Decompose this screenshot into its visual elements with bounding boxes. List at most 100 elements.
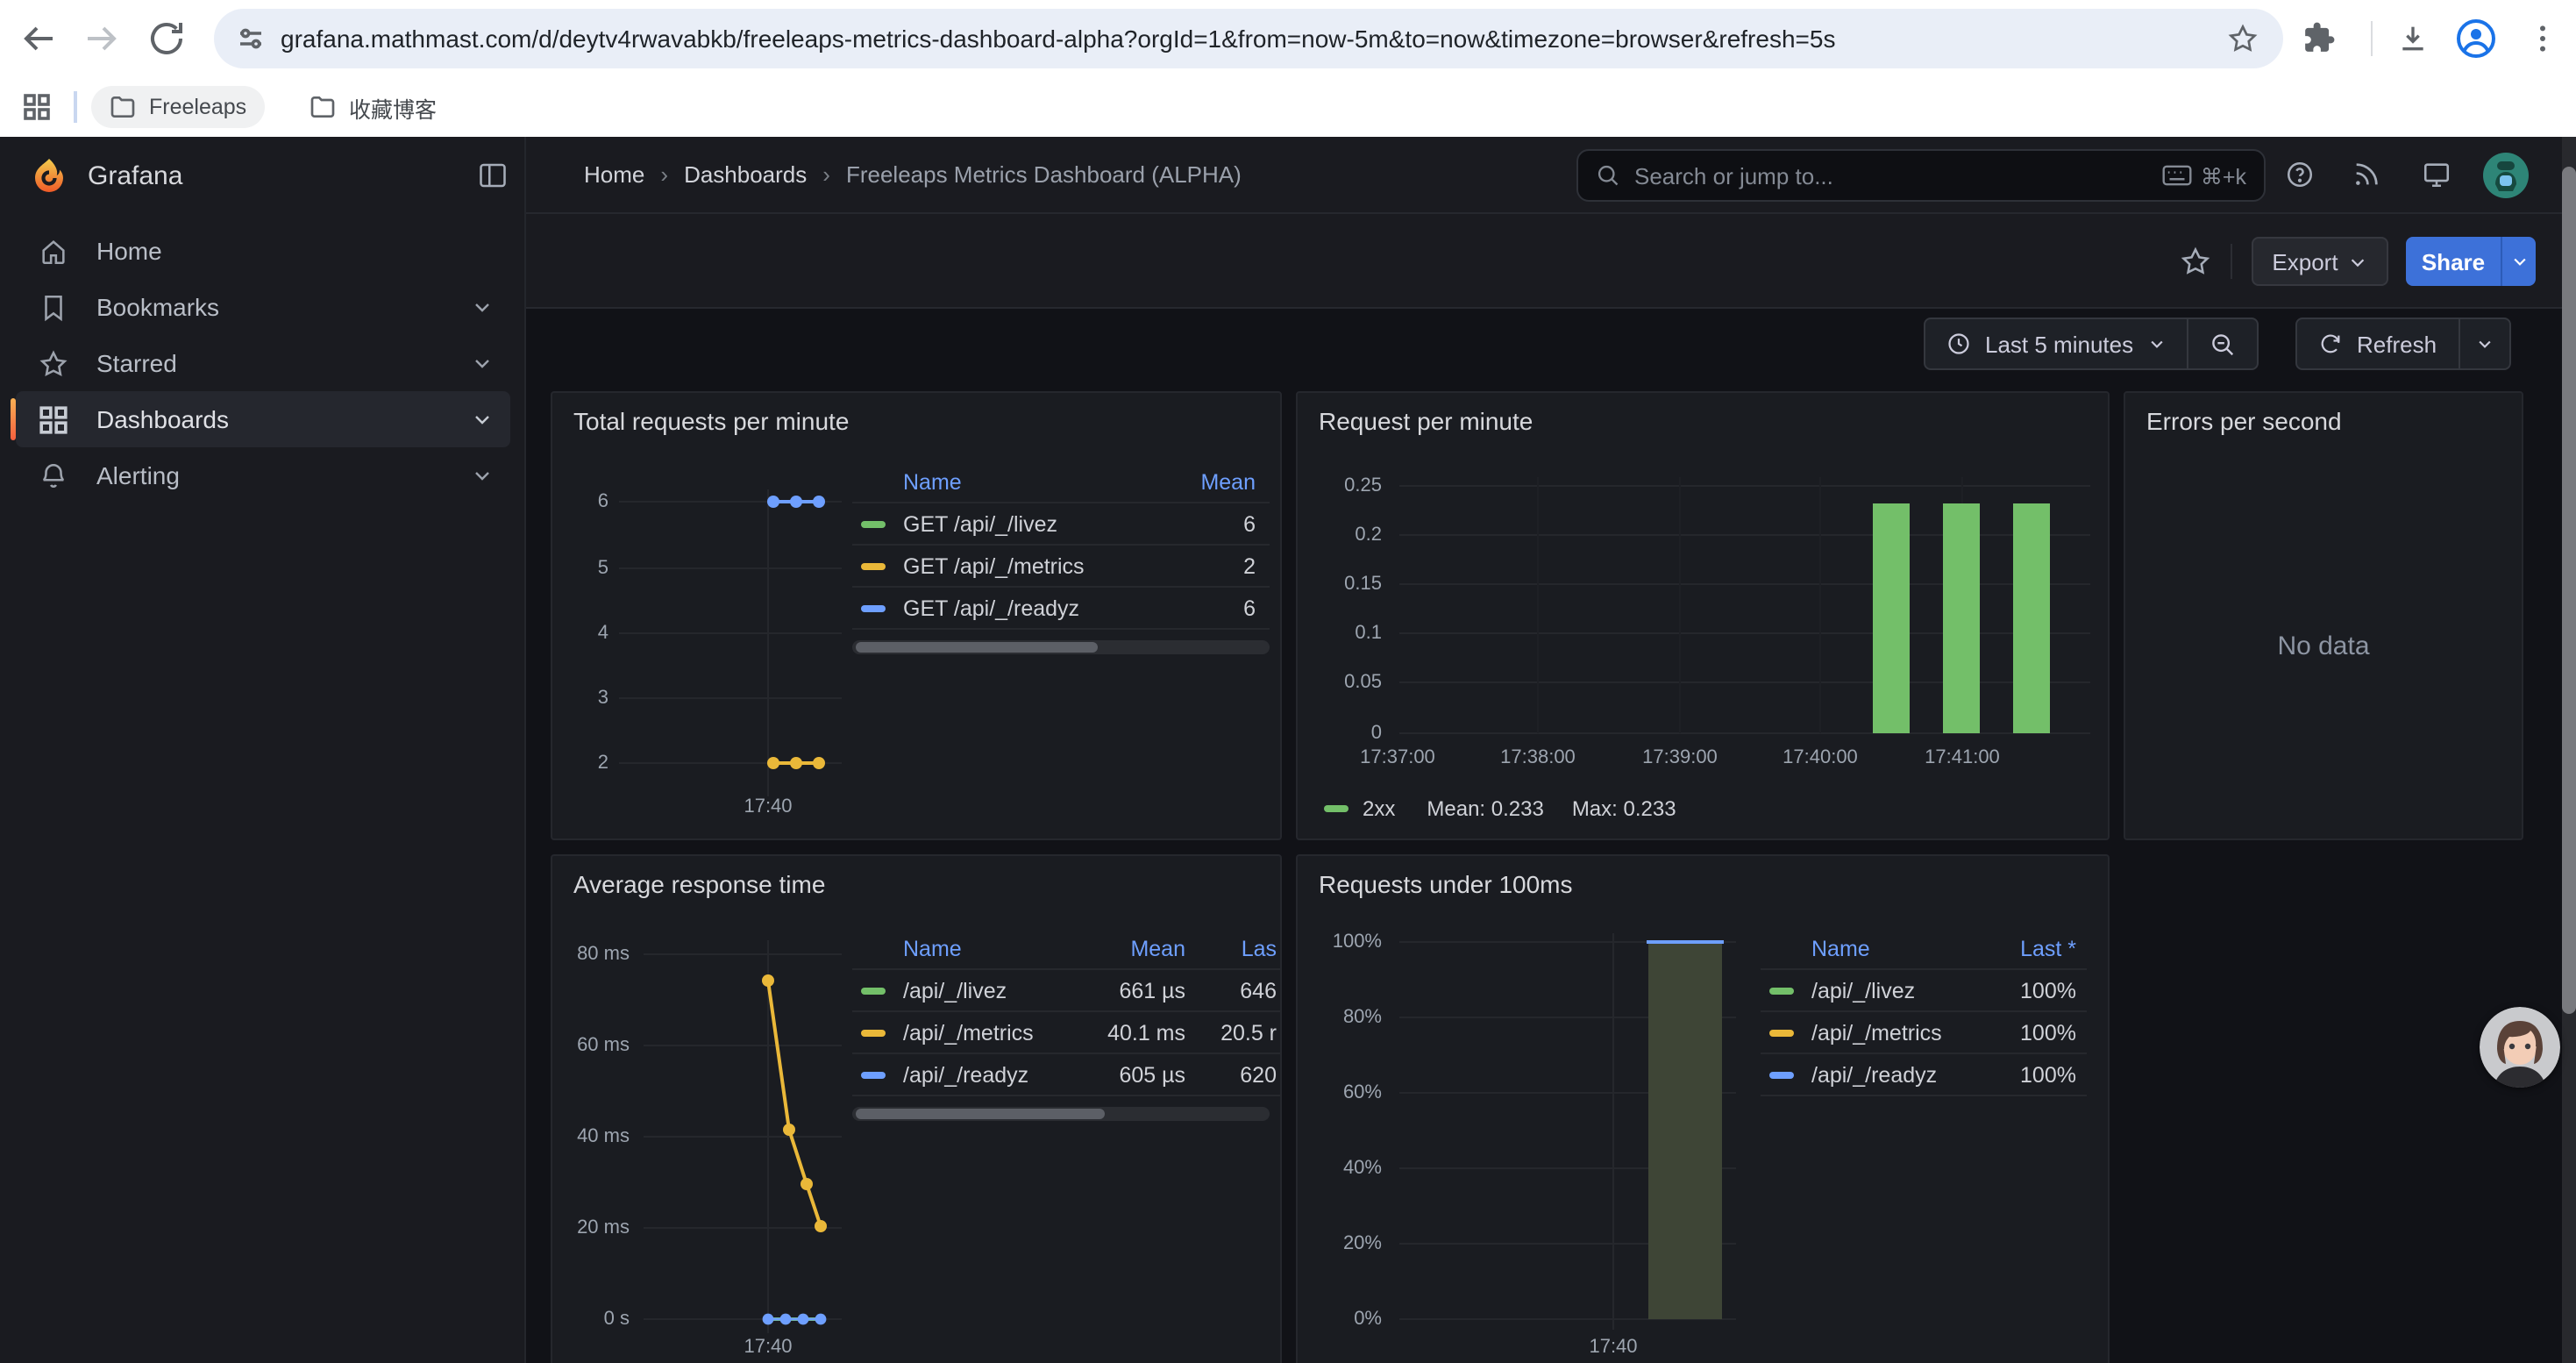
clock-icon [1946,332,1971,356]
sidebar-item-home[interactable]: Home [16,223,510,279]
bookmark-star-icon[interactable] [2227,23,2259,54]
grafana-logo-icon[interactable] [28,156,70,198]
bell-icon [39,460,68,490]
series-swatch [861,604,886,611]
refresh-label: Refresh [2357,331,2437,357]
floating-assistant-avatar[interactable] [2480,1007,2560,1088]
series-swatch [1769,987,1794,994]
profile-avatar-icon[interactable] [2455,18,2497,60]
legend-scrollbar[interactable] [852,1107,1270,1121]
search-input[interactable] [1634,162,2162,189]
legend-col-last[interactable]: Last * [1971,937,2076,961]
legend-scrollbar[interactable] [852,640,1270,654]
sidebar-item-alerting[interactable]: Alerting [16,447,510,503]
sidebar-item-starred[interactable]: Starred [16,335,510,391]
panel-average-response-time[interactable]: Average response time 80 ms 60 ms 40 ms … [551,854,1282,1363]
reload-icon[interactable] [146,18,188,60]
zoom-out-button[interactable] [2188,319,2256,368]
legend-row[interactable]: /api/_/metrics 40.1 ms 20.5 r [852,1012,1282,1054]
legend-col-mean[interactable]: Mean [1077,937,1185,961]
help-icon[interactable] [2285,160,2315,189]
breadcrumb-home[interactable]: Home [584,161,644,188]
legend-scrollbar-thumb[interactable] [856,642,1098,653]
brand-label[interactable]: Grafana [88,161,182,191]
url-text[interactable]: grafana.mathmast.com/d/deytv4rwavabkb/fr… [281,25,2283,53]
series-name: /api/_/livez [903,978,1077,1003]
user-avatar[interactable] [2483,153,2529,198]
apps-grid-icon[interactable] [23,93,51,121]
legend-col-name[interactable]: Name [903,470,1150,495]
legend-row[interactable]: /api/_/livez 100% [1761,970,2087,1012]
legend-row[interactable]: GET /api/_/metrics 2 [852,546,1270,588]
panel-request-per-minute[interactable]: Request per minute 0.25 0.2 0.15 0.1 0.0… [1296,391,2110,840]
chevron-down-icon[interactable] [472,296,493,318]
chevron-down-icon[interactable] [472,353,493,374]
panel-errors-per-second[interactable]: Errors per second No data [2124,391,2523,840]
panel-total-requests-per-minute[interactable]: Total requests per minute 6 5 4 3 2 17:4… [551,391,1282,840]
sidebar-item-bookmarks[interactable]: Bookmarks [16,279,510,335]
back-icon[interactable] [18,18,60,60]
download-icon[interactable] [2395,21,2430,56]
breadcrumb-dashboards[interactable]: Dashboards [684,161,807,188]
chevron-down-icon[interactable] [472,409,493,430]
sidebar-item-label: Dashboards [96,405,229,433]
chevron-down-icon[interactable] [472,465,493,486]
legend-row[interactable]: /api/_/metrics 100% [1761,1012,2087,1054]
refresh-interval-button[interactable] [2459,319,2508,368]
legend-header: Name Mean Las [852,930,1282,970]
grid [619,489,842,796]
legend-row[interactable]: 2xx Mean: 0.233 Max: 0.233 [1324,793,1676,824]
news-rss-icon[interactable] [2352,160,2381,189]
share-button[interactable]: Share [2406,237,2501,286]
share-split-button: Share [2406,237,2536,286]
bookmarks-divider [74,91,77,123]
bookmark-folder-label: 收藏博客 [349,90,437,124]
series-swatch [861,1029,886,1036]
legend-col-name[interactable]: Name [903,937,1077,961]
legend-row[interactable]: GET /api/_/livez 6 [852,503,1270,546]
series-swatch [861,1071,886,1078]
series-swatch [861,562,886,569]
sidebar-item-dashboards[interactable]: Dashboards [16,391,510,447]
forward-icon[interactable] [81,18,123,60]
breadcrumb-current: Freeleaps Metrics Dashboard (ALPHA) [846,161,1242,188]
series-livez-readyz [763,1314,827,1325]
export-button[interactable]: Export [2252,237,2388,286]
legend-row[interactable]: /api/_/readyz 605 µs 620 [852,1054,1282,1096]
legend-scrollbar-thumb[interactable] [856,1109,1105,1119]
chevron-down-icon [2475,335,2493,353]
page-scrollbar-thumb[interactable] [2562,167,2576,1014]
kiosk-monitor-icon[interactable] [2422,160,2451,189]
bookmark-folder-blogs[interactable]: 收藏博客 [291,86,454,128]
extensions-icon[interactable] [2302,21,2336,54]
legend-col-name[interactable]: Name [1811,937,1971,961]
legend-row[interactable]: /api/_/livez 661 µs 646 [852,970,1282,1012]
bar-chart[interactable] [1298,393,2110,840]
panel-requests-under-100ms[interactable]: Requests under 100ms 100% 80% 60% 40% 20… [1296,854,2110,1363]
actions-divider [2231,244,2232,279]
panel-title[interactable]: Errors per second [2146,407,2342,435]
refresh-button[interactable]: Refresh [2297,319,2458,368]
legend-col-last[interactable]: Las [1185,937,1277,961]
series-2xx-bars [1873,503,2050,733]
zoom-out-icon [2209,331,2235,357]
series-last: 20.5 r [1185,1020,1277,1045]
bookmark-folder-label: Freeleaps [149,95,246,119]
share-menu-button[interactable] [2501,237,2536,286]
legend-row[interactable]: GET /api/_/readyz 6 [852,588,1270,630]
bookmark-icon [39,292,68,322]
address-bar[interactable]: grafana.mathmast.com/d/deytv4rwavabkb/fr… [214,9,2283,68]
bookmark-folder-freeleaps[interactable]: Freeleaps [91,86,264,128]
favorite-star-icon[interactable] [2180,246,2211,277]
series-metrics [762,974,827,1232]
time-range-picker[interactable]: Last 5 minutes [1925,319,2186,368]
tune-icon[interactable] [237,25,265,53]
series-readyz [767,496,825,508]
grafana-header: Home › Dashboards › Freeleaps Metrics Da… [526,137,2576,214]
search-shortcut: ⌘+k [2162,162,2246,189]
dock-sidebar-icon[interactable] [477,160,509,191]
browser-menu-icon[interactable] [2525,21,2560,56]
legend-row[interactable]: /api/_/readyz 100% [1761,1054,2087,1096]
legend-col-mean[interactable]: Mean [1150,470,1256,495]
search-input-wrapper[interactable]: ⌘+k [1576,149,2266,202]
